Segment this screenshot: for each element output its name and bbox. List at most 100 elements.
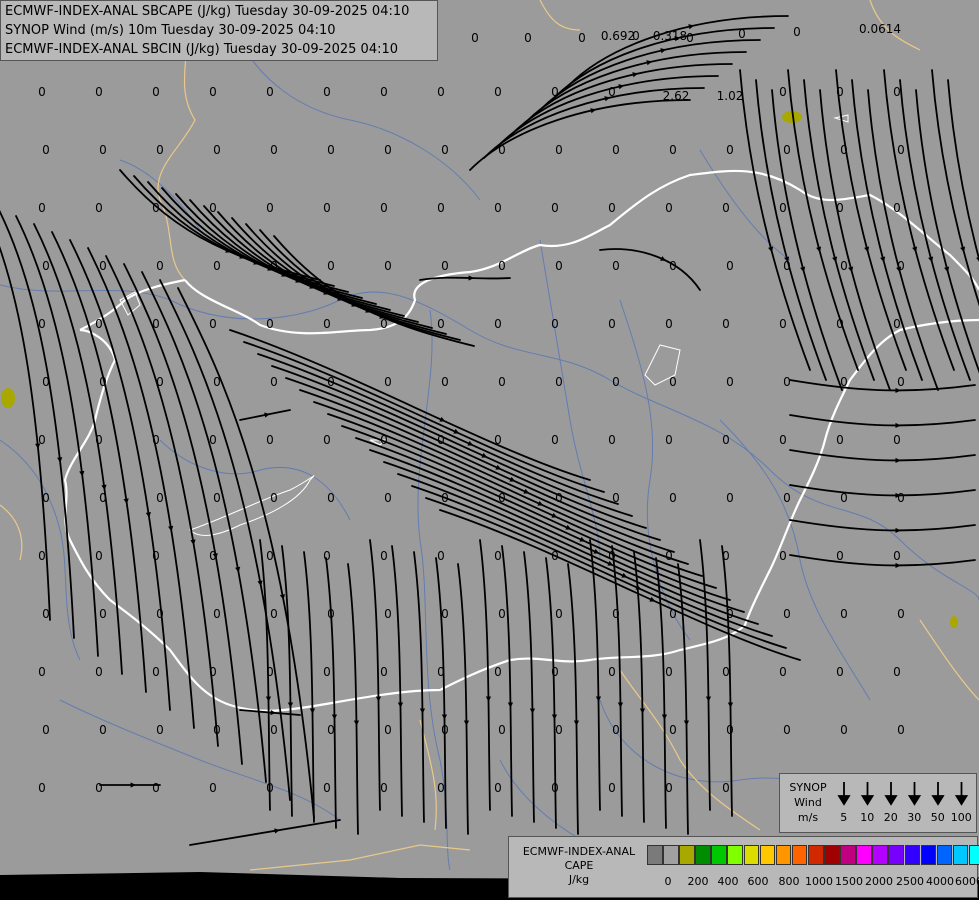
cape-value-label: 0 bbox=[722, 781, 730, 795]
cape-value-label: 0 bbox=[270, 491, 278, 505]
cape-value-label: 0 bbox=[779, 85, 787, 99]
cape-value-label: 0 bbox=[327, 723, 335, 737]
cape-value-label: 0 bbox=[156, 723, 164, 737]
cape-value-label: 0 bbox=[893, 317, 901, 331]
cape-tick-0: 0 bbox=[664, 875, 672, 888]
cape-value-label: 0 bbox=[551, 549, 559, 563]
cape-value-label: 0 bbox=[897, 491, 905, 505]
cape-value-label: 0 bbox=[555, 607, 563, 621]
cape-value-label: 0 bbox=[897, 143, 905, 157]
cape-swatch-2 bbox=[679, 845, 695, 865]
cape-value-label: 0 bbox=[156, 259, 164, 273]
cape-value-label: 0 bbox=[99, 723, 107, 737]
cape-value-label: 0 bbox=[608, 433, 616, 447]
cape-value-label: 0 bbox=[152, 665, 160, 679]
cape-value-label: 0 bbox=[779, 201, 787, 215]
cape-value-label: 0 bbox=[608, 85, 616, 99]
cape-value-label: 0 bbox=[209, 549, 217, 563]
cape-swatch-20 bbox=[968, 845, 979, 865]
cape-value-label: 0 bbox=[266, 781, 274, 795]
cape-value-label: 0 bbox=[380, 433, 388, 447]
cape-value-label: 0 bbox=[38, 201, 46, 215]
cape-value-label: 0 bbox=[38, 665, 46, 679]
cape-value-label: 0 bbox=[323, 549, 331, 563]
cape-value-label: 0 bbox=[779, 317, 787, 331]
cape-value-label: 0 bbox=[384, 607, 392, 621]
cape-value-label: 0 bbox=[612, 375, 620, 389]
cape-value-label: 0 bbox=[669, 491, 677, 505]
cape-value-label: 0 bbox=[152, 781, 160, 795]
cape-value-label: 0 bbox=[897, 723, 905, 737]
wind-speed-100: 100 bbox=[950, 811, 972, 824]
cape-value-label: 0 bbox=[665, 549, 673, 563]
cape-value-label: 0 bbox=[437, 317, 445, 331]
cape-value-label: 0 bbox=[722, 201, 730, 215]
cape-value-label: 0 bbox=[498, 375, 506, 389]
cape-value-label: 0 bbox=[524, 31, 532, 45]
cape-swatch-0 bbox=[647, 845, 663, 865]
cape-value-label: 0 bbox=[380, 85, 388, 99]
cape-value-label: 0 bbox=[840, 491, 848, 505]
cape-value-label: 0 bbox=[840, 723, 848, 737]
cape-swatch-17 bbox=[920, 845, 937, 865]
cape-value-label: 0 bbox=[38, 549, 46, 563]
cape-value-label: 0 bbox=[612, 723, 620, 737]
cape-value-label: 0 bbox=[555, 375, 563, 389]
cape-value-label: 0 bbox=[327, 259, 335, 273]
cape-value-label: 0 bbox=[99, 491, 107, 505]
cape-value-label: 0 bbox=[152, 201, 160, 215]
cape-swatch-15 bbox=[888, 845, 904, 865]
cape-swatch-11 bbox=[824, 845, 840, 865]
cape-value-label: 0 bbox=[441, 723, 449, 737]
map-canvas: 0 0 0 0 0 0.692 0.318 0 0 0.0614 0 0 0 0 0 0 0 0 0 0 0 2.62 1.… bbox=[0, 0, 979, 900]
cape-value-label: 0 bbox=[266, 85, 274, 99]
cape-value-label: 0 bbox=[156, 375, 164, 389]
cape-value-label: 0 bbox=[152, 549, 160, 563]
cape-value-label: 0 bbox=[384, 259, 392, 273]
cape-swatch-5 bbox=[727, 845, 744, 865]
cape-value-label: 0 bbox=[779, 665, 787, 679]
cape-tick-2500: 2500 bbox=[896, 875, 924, 888]
cape-value-label: 0 bbox=[669, 607, 677, 621]
cape-value-label: 0 bbox=[498, 143, 506, 157]
cape-value-label: 0 bbox=[95, 781, 103, 795]
cape-value-label: 0 bbox=[494, 201, 502, 215]
cape-value-label: 0 bbox=[722, 317, 730, 331]
cape-value-label: 0 bbox=[726, 375, 734, 389]
cape-legend: ECMWF-INDEX-ANAL CAPE J/kg 0 200 400 600 800… bbox=[508, 836, 979, 898]
title-line-cin: ECMWF-INDEX-ANAL SBCIN (J/kg) Tuesday 30… bbox=[5, 42, 399, 57]
cape-value-label: 0 bbox=[209, 201, 217, 215]
cape-value-label: 0 bbox=[95, 201, 103, 215]
cape-value-label: 0 bbox=[441, 143, 449, 157]
cape-value-label: 0 bbox=[722, 549, 730, 563]
cape-value-label: 0 bbox=[551, 665, 559, 679]
cape-value-label: 0 bbox=[323, 201, 331, 215]
cape-swatch-6 bbox=[743, 845, 760, 865]
cape-value-label: 0 bbox=[441, 607, 449, 621]
cape-value-label: 0 bbox=[665, 201, 673, 215]
title-line-cape: ECMWF-INDEX-ANAL SBCAPE (J/kg) Tuesday 3… bbox=[5, 4, 410, 19]
cape-value-label: 0 bbox=[266, 665, 274, 679]
cape-value-label: 0 bbox=[665, 781, 673, 795]
wind-legend: SYNOP Wind m/s 5 10 20 30 50 100 bbox=[779, 773, 977, 833]
cape-value-label: 0 bbox=[323, 85, 331, 99]
cape-tick-400: 400 bbox=[717, 875, 739, 888]
cape-value-label: 0 bbox=[99, 259, 107, 273]
cape-tick-4000: 4000 bbox=[926, 875, 954, 888]
cape-value-label: 0 bbox=[99, 607, 107, 621]
cape-value-label: 0 bbox=[897, 607, 905, 621]
cape-value-label: 0 bbox=[266, 433, 274, 447]
cape-value-label: 0 bbox=[38, 781, 46, 795]
cape-value-label: 0 bbox=[213, 375, 221, 389]
cape-value-label: 0 bbox=[836, 201, 844, 215]
cape-swatch-7 bbox=[759, 845, 776, 865]
cape-value-label: 0 bbox=[327, 491, 335, 505]
cape-value-label: 0 bbox=[437, 665, 445, 679]
cape-tick-200: 200 bbox=[687, 875, 709, 888]
cape-value-label: 0 bbox=[42, 143, 50, 157]
cape-value-label: 0 bbox=[213, 723, 221, 737]
cape-value-label: 0 bbox=[555, 259, 563, 273]
cape-value-label: 0 bbox=[270, 723, 278, 737]
cape-value-label: 0 bbox=[726, 143, 734, 157]
cape-value-label: 0 bbox=[612, 259, 620, 273]
